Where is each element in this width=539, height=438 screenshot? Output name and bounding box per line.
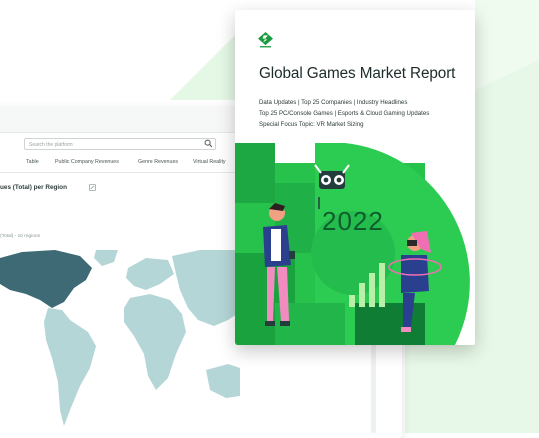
cover-illustration [235,143,475,345]
tabs-divider [0,172,240,173]
report-topic-line: Top 25 PC/Console Games | Esports & Clou… [259,110,430,117]
region-greenland[interactable] [94,250,118,266]
region-north-america[interactable] [0,250,92,308]
region-oceania[interactable] [206,364,240,398]
region-latin-america[interactable] [44,308,96,426]
tab-virtual-reality[interactable]: Virtual Reality [193,159,226,165]
report-topic-line: Data Updates | Top 25 Companies | Indust… [259,99,408,106]
newzoo-logo-icon [258,32,273,48]
report-cover[interactable]: Global Games Market Report Data Updates … [235,10,475,345]
report-year: 2022 [322,206,384,236]
world-map[interactable] [0,250,240,433]
map-subcaption: (Total) - 10 regions [0,234,40,239]
info-icon[interactable] [89,184,96,191]
region-europe[interactable] [126,258,174,290]
region-africa[interactable] [124,294,186,390]
region-asia[interactable] [172,250,240,326]
tab-genre-revenues[interactable]: Genre Revenues [138,159,178,165]
tab-public-company-revenues[interactable]: Public Company Revenues [55,159,119,165]
report-topic-line: Special Focus Topic: VR Market Sizing [259,121,364,128]
search-icon[interactable] [204,139,213,148]
tab-table[interactable]: Table [26,159,39,165]
search-input[interactable]: Search the platform [24,138,216,150]
report-title: Global Games Market Report [259,65,456,82]
section-title: ues (Total) per Region [0,184,67,191]
